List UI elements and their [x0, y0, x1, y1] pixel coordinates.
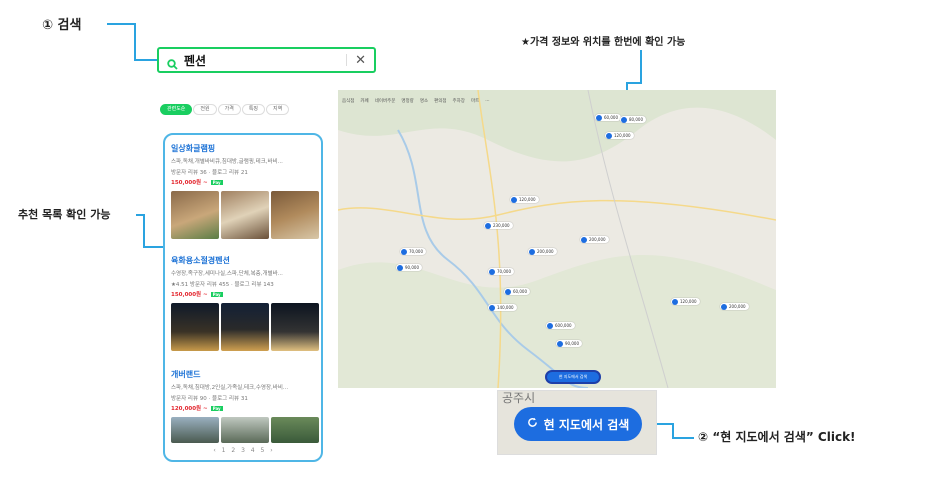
map-category[interactable]: 편의점: [434, 99, 446, 104]
price-pin[interactable]: 80,000: [620, 116, 646, 123]
price-pin[interactable]: 70,000: [488, 268, 514, 275]
filter-chip[interactable]: 전원: [193, 104, 217, 115]
listing-reviews: 방문자 리뷰 36 · 블로그 리뷰 21: [171, 170, 248, 176]
callout-line: [626, 82, 642, 84]
callout-price-map: ★가격 정보와 위치를 한번에 확인 가능: [521, 37, 686, 48]
price-pin[interactable]: 230,000: [484, 222, 513, 229]
map-category[interactable]: ···: [485, 99, 489, 104]
price-pin[interactable]: 120,000: [510, 196, 539, 203]
search-this-area-button[interactable]: 현 지도에서 검색: [545, 370, 601, 384]
listing-price: 150,000원 ~ Pay: [171, 180, 223, 186]
callout-search: ① 검색: [42, 18, 82, 33]
zoomed-inset: 공주시 현 지도에서 검색: [497, 390, 657, 455]
price-pin[interactable]: 120,000: [671, 298, 700, 305]
filter-chip-sort[interactable]: 관련도순: [160, 104, 193, 115]
price-pin[interactable]: 60,000: [595, 114, 621, 121]
filter-chips: 관련도순 전원 가격 특징 지역: [160, 95, 320, 118]
search-icon: [167, 55, 178, 70]
price-pin[interactable]: 90,000: [556, 340, 582, 347]
map-category[interactable]: 카페: [360, 99, 368, 104]
map-category[interactable]: 명정량: [401, 99, 413, 104]
callout-line: [672, 437, 694, 439]
divider: [346, 54, 348, 66]
listing-name[interactable]: 개버랜드: [171, 369, 319, 380]
price-pin[interactable]: 120,000: [605, 132, 634, 139]
map-category[interactable]: 주차장: [453, 99, 465, 104]
callout-line: [134, 59, 158, 61]
listing-name[interactable]: 일상화글램핑: [171, 143, 319, 154]
filter-chip[interactable]: 가격: [217, 104, 241, 115]
callout-line: [134, 23, 136, 60]
search-box[interactable]: 펜션 ✕: [157, 47, 376, 73]
listing-name[interactable]: 육화용소절경펜션: [171, 255, 319, 266]
map-category[interactable]: 마트: [471, 99, 479, 104]
listing-tags: 스파,독채,침대방,2인실,가족실,테크,수영장,바비...: [171, 385, 289, 391]
callout-line: [672, 423, 674, 438]
listing-photos[interactable]: [171, 303, 319, 351]
listing-tags: 수영장,족구장,세미나실,스파,단체,복층,개별바...: [171, 271, 283, 277]
listing-panel: 일상화글램핑 스파,독채,개별바비큐,침대방,글램핑,테크,바비... 방문자 …: [163, 133, 323, 462]
map-category[interactable]: 네이버주문: [375, 99, 396, 104]
price-pin[interactable]: 200,000: [580, 236, 609, 243]
callout-line: [657, 423, 673, 425]
listing-price: 150,000원 ~ Pay: [171, 292, 223, 298]
search-this-area-button-zoomed[interactable]: 현 지도에서 검색: [514, 407, 642, 441]
price-pin[interactable]: 200,000: [720, 303, 749, 310]
listing-reviews: ★4.51 방문자 리뷰 455 · 블로그 리뷰 143: [171, 282, 274, 288]
list-item[interactable]: 개버랜드 스파,독채,침대방,2인실,가족실,테크,수영장,바비... 방문자 …: [171, 369, 319, 443]
callout-click: ② “현 지도에서 검색” Click!: [698, 430, 856, 444]
list-item[interactable]: 일상화글램핑 스파,독채,개별바비큐,침대방,글램핑,테크,바비... 방문자 …: [171, 143, 319, 239]
price-pin[interactable]: 90,000: [396, 264, 422, 271]
close-icon[interactable]: ✕: [355, 53, 366, 68]
refresh-icon: [527, 417, 538, 431]
button-label: 현 지도에서 검색: [543, 417, 630, 432]
map-place-label: 공주시: [502, 391, 536, 405]
map-category[interactable]: 명소: [420, 99, 428, 104]
price-pin[interactable]: 70,000: [400, 248, 426, 255]
listing-tags: 스파,독채,개별바비큐,침대방,글램핑,테크,바비...: [171, 159, 283, 165]
callout-recommend: 추천 목록 확인 가능: [18, 208, 111, 221]
listing-reviews: 방문자 리뷰 90 · 블로그 리뷰 31: [171, 396, 248, 402]
filter-chip[interactable]: 지역: [266, 104, 290, 115]
filter-chip[interactable]: 특징: [241, 104, 266, 115]
listing-photos[interactable]: [171, 191, 319, 239]
listing-price: 120,000원 ~ Pay: [171, 406, 223, 412]
callout-line: [143, 214, 145, 247]
callout-line: [640, 50, 642, 83]
price-pin[interactable]: 60,000: [504, 288, 530, 295]
price-pin[interactable]: 600,000: [546, 322, 575, 329]
callout-line: [143, 246, 163, 248]
search-input[interactable]: 펜션: [184, 52, 346, 69]
list-item[interactable]: 육화용소절경펜션 수영장,족구장,세미나실,스파,단체,복층,개별바... ★4…: [171, 255, 319, 351]
map-category-bar: 음식점 카페 네이버주문 명정량 명소 편의점 주차장 마트 ···: [342, 98, 496, 104]
pagination[interactable]: ‹ 1 2 3 4 5 ›: [165, 447, 321, 454]
listing-photos[interactable]: [171, 417, 319, 443]
price-pin[interactable]: 140,000: [488, 304, 517, 311]
map-view[interactable]: 음식점 카페 네이버주문 명정량 명소 편의점 주차장 마트 ··· 60,000 80,000…: [338, 90, 776, 388]
callout-line: [107, 23, 135, 25]
price-pin[interactable]: 200,000: [528, 248, 557, 255]
map-category[interactable]: 음식점: [342, 99, 354, 104]
